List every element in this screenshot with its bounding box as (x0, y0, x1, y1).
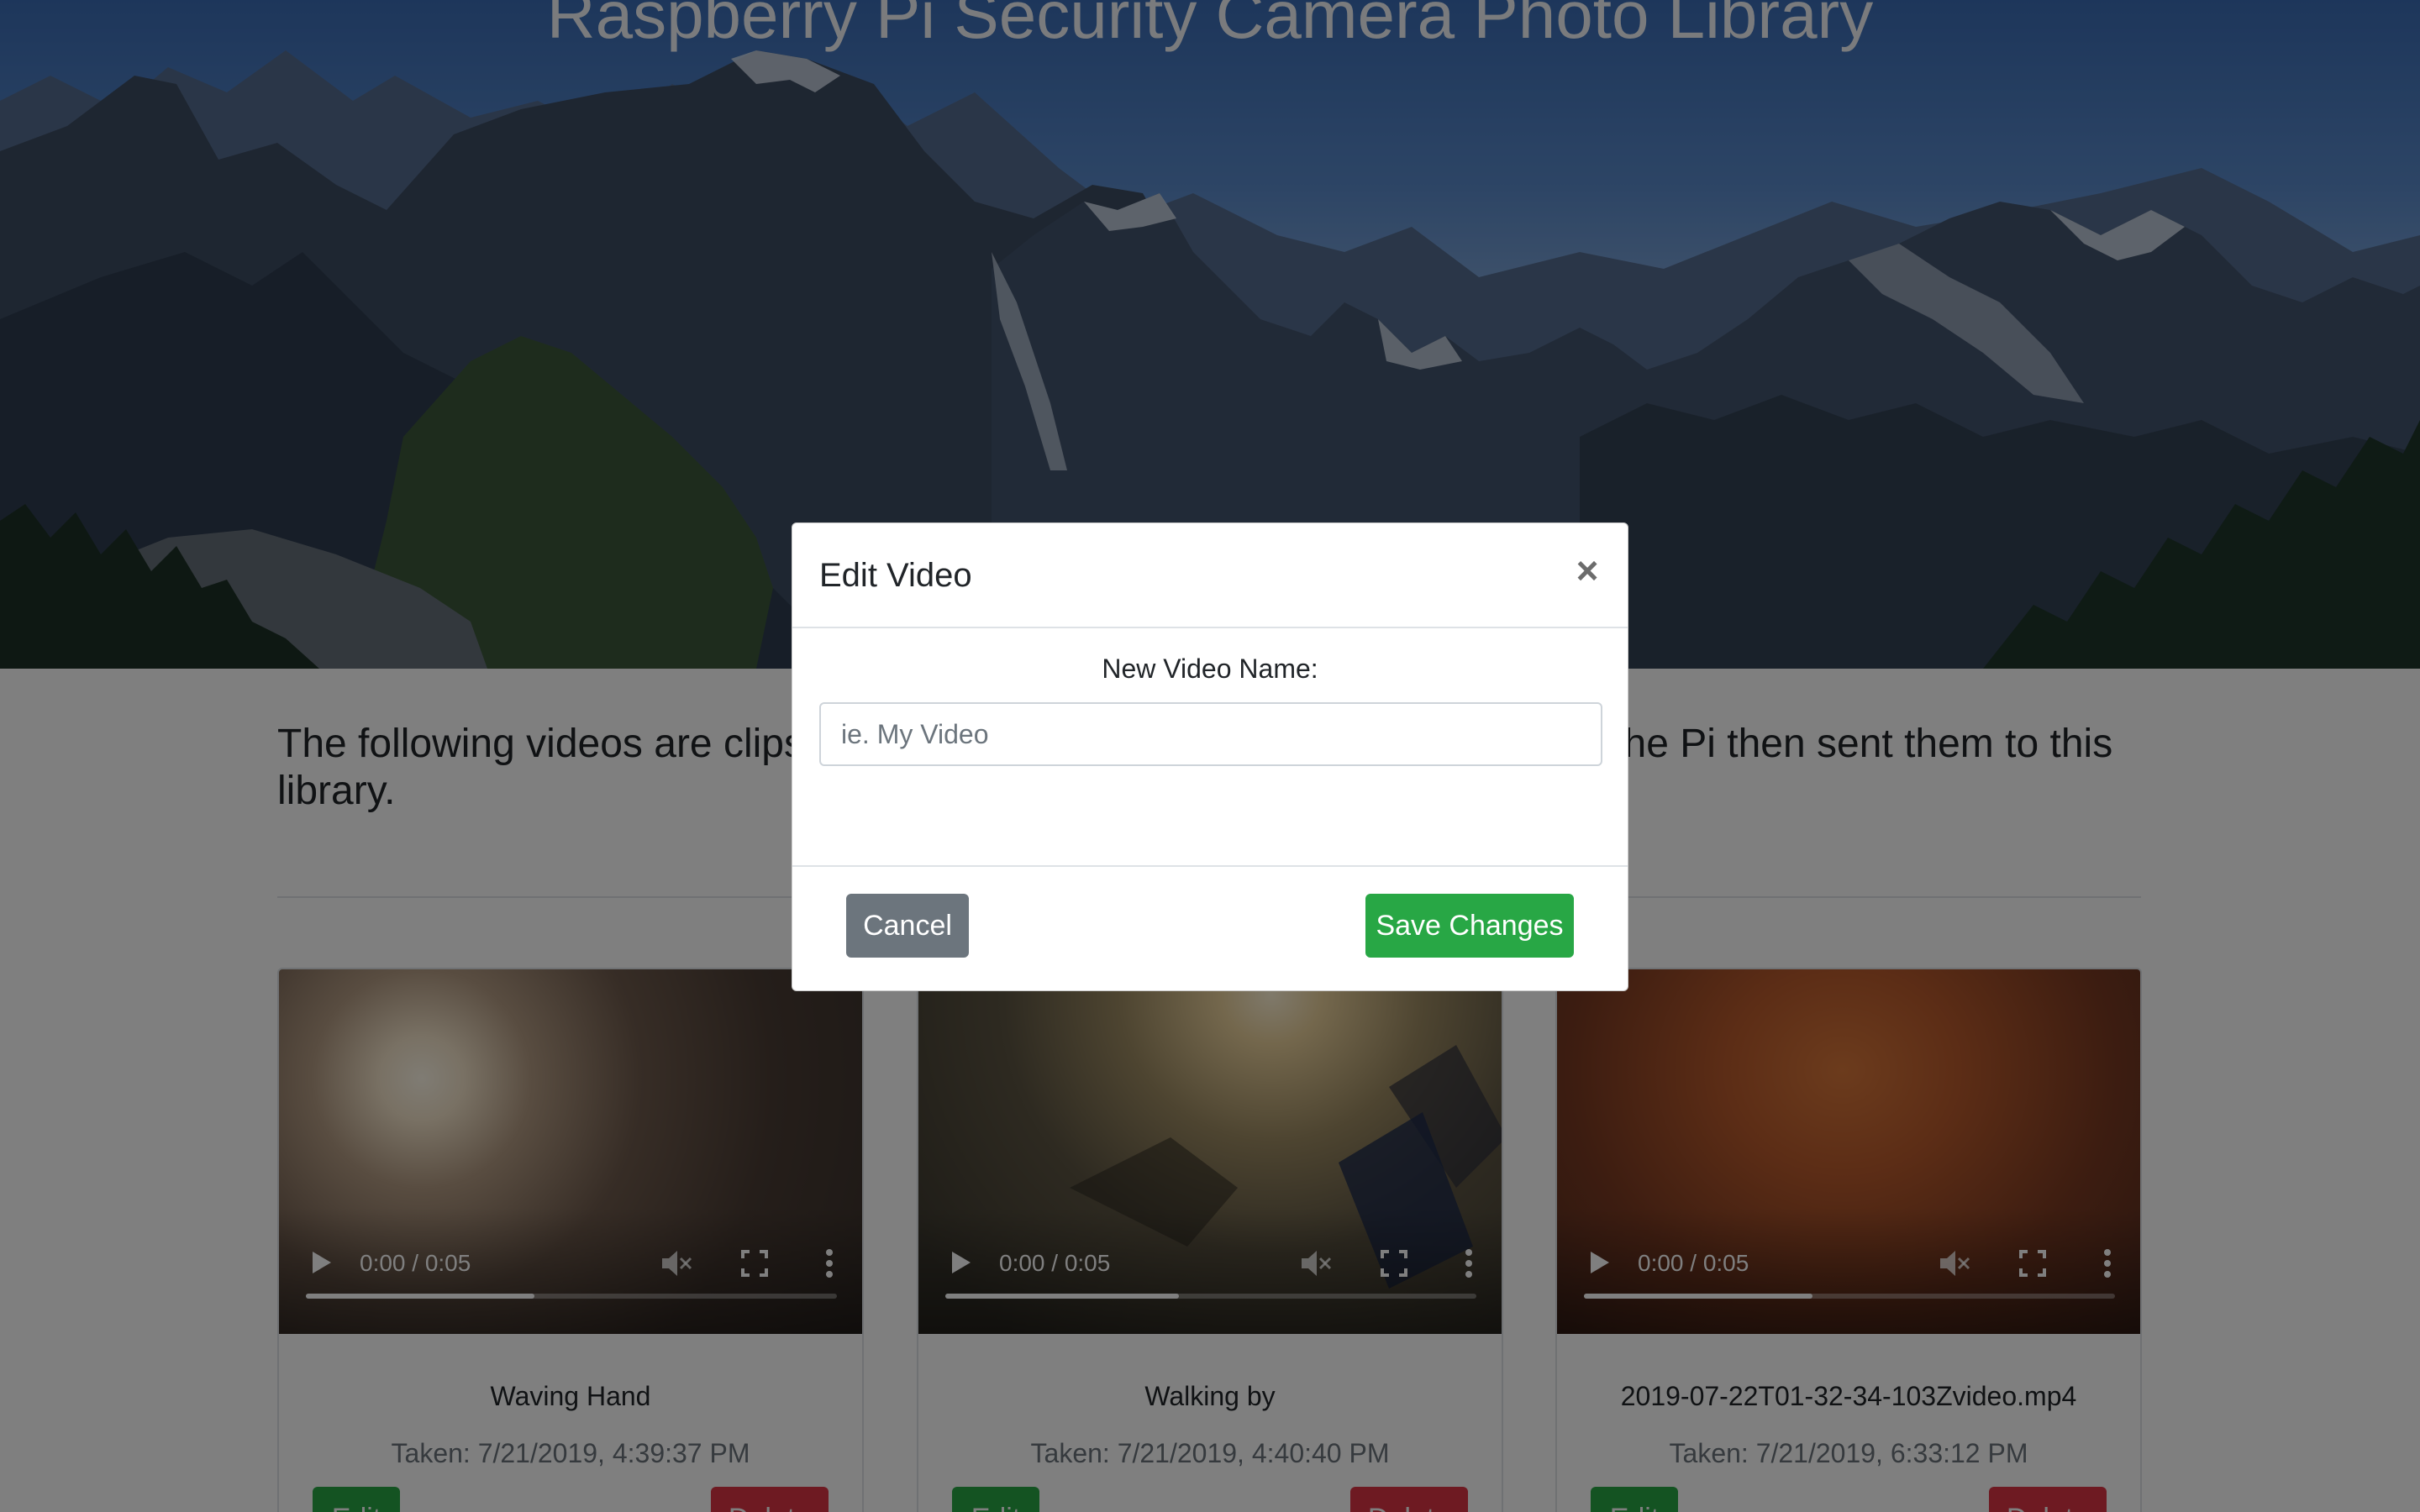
modal-footer: Cancel Save Changes (792, 865, 1628, 991)
edit-video-modal: Edit Video × New Video Name: Cancel Save… (792, 522, 1628, 991)
cancel-button[interactable]: Cancel (846, 894, 969, 958)
modal-title: Edit Video (819, 557, 972, 594)
close-icon[interactable]: × (1570, 551, 1604, 590)
save-changes-button[interactable]: Save Changes (1365, 894, 1574, 958)
page: Raspberry Pi Security Camera Photo Libra… (0, 0, 2420, 1512)
video-name-label: New Video Name: (1102, 654, 1318, 684)
modal-header: Edit Video × (792, 523, 1628, 628)
modal-body: New Video Name: (792, 628, 1628, 865)
video-name-input[interactable] (819, 702, 1602, 766)
